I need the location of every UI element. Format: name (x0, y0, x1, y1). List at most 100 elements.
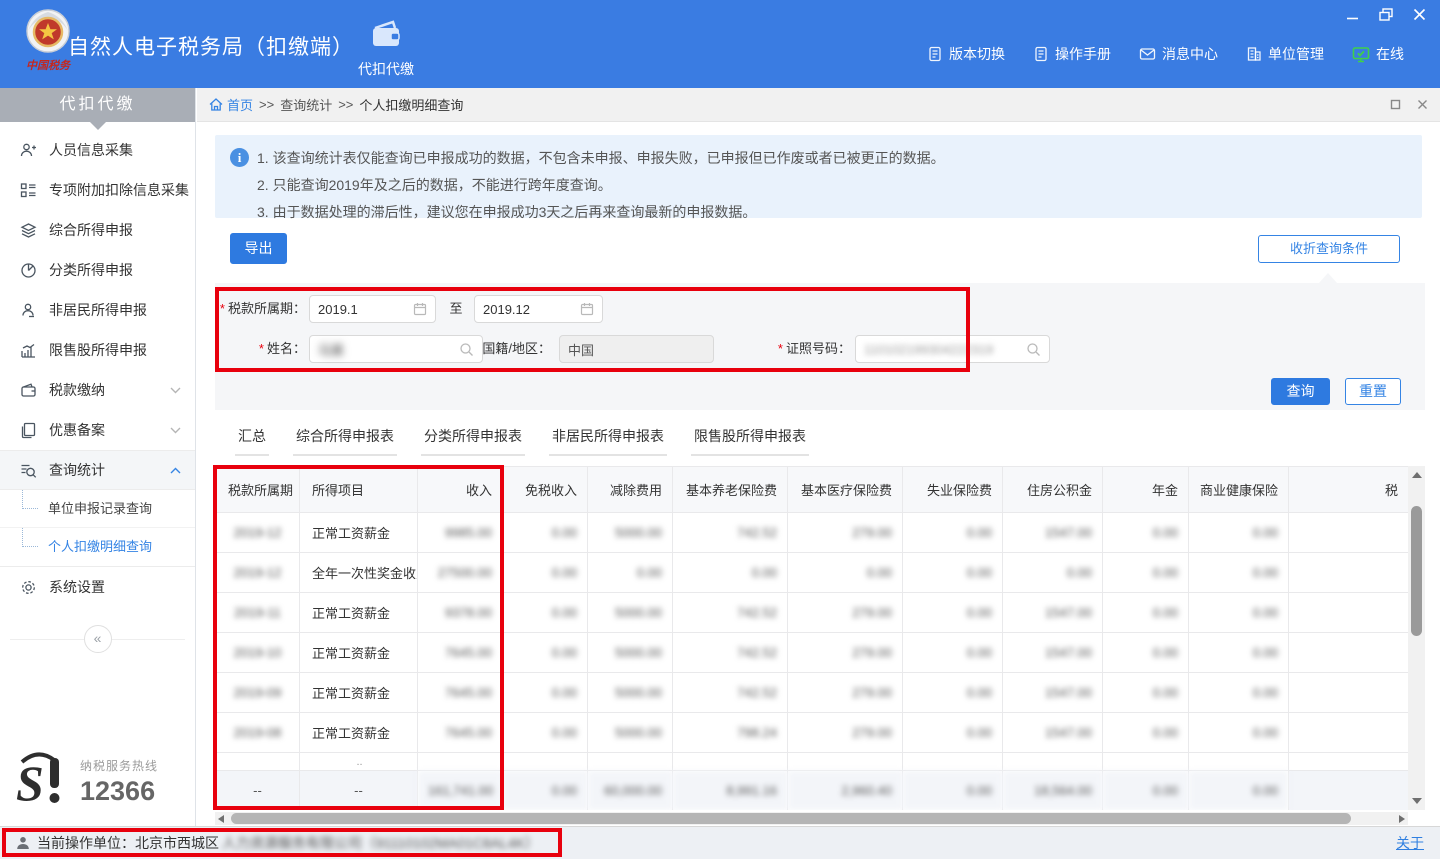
table-row: 2019-08正常工资薪金7645.000.005000.00798.24279… (216, 713, 1409, 753)
id-number-input[interactable]: 110102199304222319 (855, 335, 1050, 363)
table-foot: ----161,741.000.0060,000.008,991.162,960… (216, 771, 1409, 811)
sidebar-item-query-statistics[interactable]: 查询统计 (0, 450, 195, 490)
breadcrumb: 首页 >> 查询统计 >> 个人扣缴明细查询 (197, 88, 1440, 122)
hotline-logo: S (14, 752, 72, 812)
scroll-up-arrow[interactable] (1408, 468, 1425, 482)
menu-label: 消息中心 (1162, 44, 1218, 64)
menu-label: 操作手册 (1055, 44, 1111, 64)
export-button[interactable]: 导出 (230, 233, 287, 264)
sidebar-item-label: 优惠备案 (49, 420, 105, 440)
table-row: 2019-11正常工资薪金9378.000.005000.00742.52279… (216, 593, 1409, 633)
menu-label: 单位管理 (1268, 44, 1324, 64)
sidebar-item-classified-income[interactable]: 分类所得申报 (0, 250, 195, 290)
sidebar-item-comprehensive-income[interactable]: 综合所得申报 (0, 210, 195, 250)
sidebar: 代扣代缴 人员信息采集 专项附加扣除信息采集 (0, 88, 196, 826)
menu-message-center[interactable]: 消息中心 (1139, 44, 1218, 64)
nationality-input: 中国 (559, 335, 714, 363)
sidebar-item-label: 非居民所得申报 (49, 300, 147, 320)
wallet-small-icon (20, 382, 37, 399)
sidebar-item-label: 综合所得申报 (49, 220, 133, 240)
nav-tab-withholding[interactable]: 代扣代缴 (348, 20, 424, 79)
tree-guide (22, 528, 38, 547)
period-to-input[interactable]: 2019.12 (474, 295, 603, 323)
name-label-text: 姓名： (267, 341, 306, 356)
notice-line: 1. 该查询统计表仅能查询已申报成功的数据，不包含未申报、申报失败，已申报但已作… (257, 145, 1406, 172)
sidebar-item-label: 限售股所得申报 (49, 340, 147, 360)
online-monitor-icon (1352, 46, 1370, 63)
required-mark: * (778, 341, 783, 356)
svg-text:S: S (16, 755, 44, 811)
result-tabs: 汇总综合所得申报表分类所得申报表非居民所得申报表限售股所得申报表 (235, 426, 809, 456)
query-button[interactable]: 查询 (1271, 378, 1330, 405)
calendar-icon[interactable] (413, 302, 427, 316)
current-unit-prefix: 当前操作单位： (37, 833, 135, 853)
tab[interactable]: 汇总 (235, 426, 269, 456)
scroll-down-arrow[interactable] (1408, 794, 1425, 808)
menu-version-switch[interactable]: 版本切换 (927, 44, 1005, 64)
tab[interactable]: 分类所得申报表 (421, 426, 525, 456)
search-list-icon (20, 462, 37, 479)
menu-unit-management[interactable]: 单位管理 (1246, 44, 1324, 64)
sidebar-item-label: 人员信息采集 (49, 140, 133, 160)
sidebar-item-preferential-filing[interactable]: 优惠备案 (0, 410, 195, 450)
submenu-personal-withholding-detail[interactable]: 个人扣缴明细查询 (0, 528, 195, 566)
documents-icon (20, 422, 37, 439)
menu-manual[interactable]: 操作手册 (1033, 44, 1111, 64)
table-header-row: 税款所属期所得项目收入免税收入减除费用基本养老保险费基本医疗保险费失业保险费住房… (216, 467, 1409, 513)
tab[interactable]: 综合所得申报表 (293, 426, 397, 456)
panel-close-icon[interactable] (1417, 99, 1428, 110)
query-statistics-submenu: 单位申报记录查询 个人扣缴明细查询 (0, 490, 195, 567)
breadcrumb-separator: >> (259, 97, 274, 112)
to-label: 至 (444, 295, 468, 323)
sidebar-collapse-button[interactable]: « (84, 625, 112, 653)
search-icon[interactable] (1026, 342, 1041, 357)
filter-panel-notch (1319, 273, 1337, 283)
reset-button[interactable]: 重置 (1345, 378, 1401, 405)
calendar-icon[interactable] (580, 302, 594, 316)
sidebar-item-personnel-info[interactable]: 人员信息采集 (0, 130, 195, 170)
chevron-down-icon (170, 427, 181, 434)
hotline-number: 12366 (80, 776, 158, 807)
info-icon: i (230, 148, 249, 167)
restore-icon[interactable] (1379, 8, 1393, 21)
collapse-filter-button[interactable]: 收折查询条件 (1258, 235, 1400, 263)
submenu-unit-declaration-records[interactable]: 单位申报记录查询 (0, 490, 195, 528)
menu-online-status[interactable]: 在线 (1352, 44, 1404, 64)
panel-maximize-icon[interactable] (1390, 99, 1401, 110)
app-header: 中国税务 自然人电子税务局（扣缴端） 代扣代缴 版本切换 (0, 0, 1440, 88)
sidebar-title: 代扣代缴 (0, 88, 195, 122)
building-icon (1246, 46, 1262, 62)
document-icon (1033, 46, 1049, 62)
scroll-right-arrow[interactable] (1399, 815, 1405, 823)
period-from-input[interactable]: 2019.1 (309, 295, 436, 323)
period-from-value: 2019.1 (318, 302, 413, 317)
tab[interactable]: 限售股所得申报表 (691, 426, 809, 456)
breadcrumb-item: 查询统计 (280, 95, 332, 114)
table-summary-row: ----161,741.000.0060,000.008,991.162,960… (216, 771, 1409, 811)
tree-guide (22, 490, 38, 509)
vertical-scroll-thumb[interactable] (1411, 506, 1422, 636)
about-link[interactable]: 关于 (1396, 833, 1424, 853)
close-icon[interactable] (1413, 8, 1426, 21)
sidebar-item-system-settings[interactable]: 系统设置 (0, 567, 195, 607)
submenu-label: 单位申报记录查询 (48, 501, 152, 516)
person-icon (20, 302, 37, 319)
scroll-left-arrow[interactable] (218, 815, 224, 823)
search-icon[interactable] (459, 342, 474, 357)
sidebar-item-special-deduction[interactable]: 专项附加扣除信息采集 (0, 170, 195, 210)
horizontal-scrollbar[interactable] (215, 812, 1408, 825)
result-table-wrap: 税款所属期所得项目收入免税收入减除费用基本养老保险费基本医疗保险费失业保险费住房… (215, 466, 1408, 810)
sidebar-item-tax-payment[interactable]: 税款缴纳 (0, 370, 195, 410)
window-controls (1346, 8, 1426, 21)
header-menu: 版本切换 操作手册 消息中心 (927, 44, 1404, 64)
vertical-scrollbar[interactable] (1408, 466, 1425, 810)
name-input[interactable]: 马某 (309, 335, 483, 363)
name-label: *姓名： (215, 335, 306, 363)
horizontal-scroll-thumb[interactable] (231, 813, 1351, 824)
sidebar-collapse-wrap: « (0, 625, 195, 653)
minimize-icon[interactable] (1346, 8, 1359, 21)
tab[interactable]: 非居民所得申报表 (549, 426, 667, 456)
sidebar-item-restricted-shares[interactable]: 限售股所得申报 (0, 330, 195, 370)
breadcrumb-home[interactable]: 首页 (209, 95, 253, 114)
sidebar-item-nonresident-income[interactable]: 非居民所得申报 (0, 290, 195, 330)
